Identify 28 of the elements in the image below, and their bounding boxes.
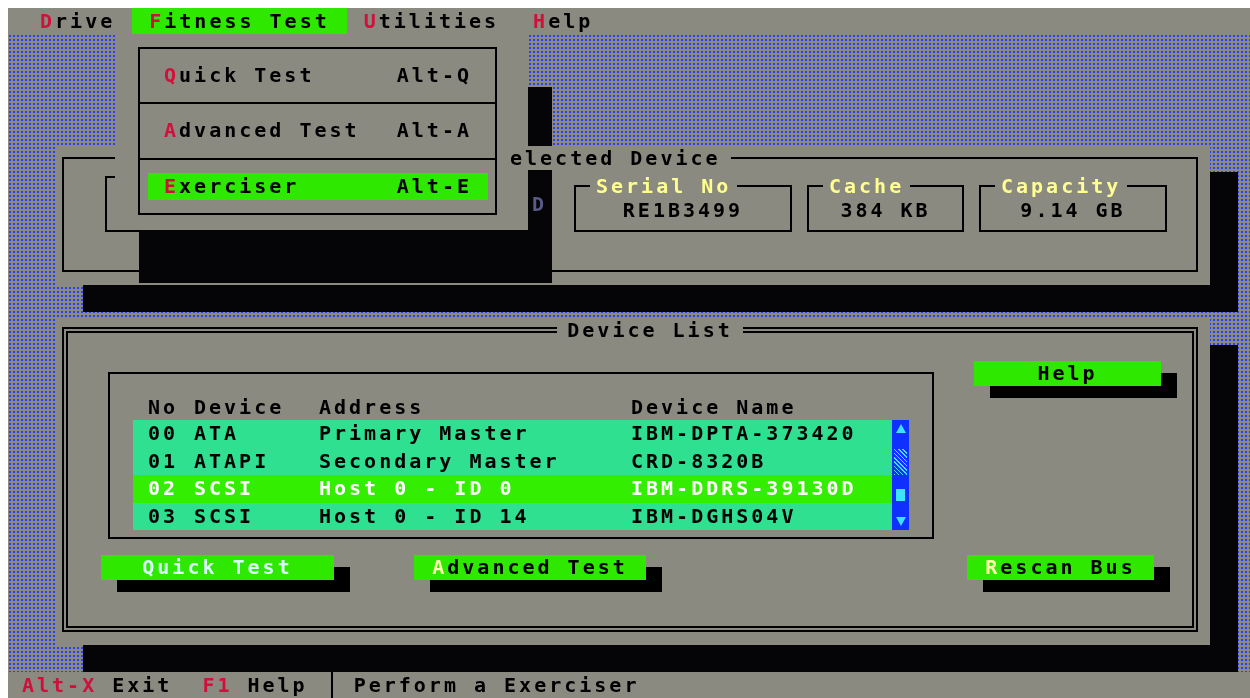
menu-item[interactable]: Help — [516, 8, 611, 34]
field-label: Capacity — [1000, 176, 1123, 196]
device-row[interactable]: 03 SCSI Host 0 - ID 14 IBM-DGHS04V — [133, 502, 893, 530]
up-arrow-icon[interactable] — [894, 422, 907, 436]
menu-item[interactable]: Fitness Test — [132, 8, 347, 34]
menu-item[interactable]: Quick Test Alt-Q — [148, 62, 488, 90]
column-header: No — [148, 394, 180, 420]
field-value: 384 KB — [840, 198, 931, 222]
device-row[interactable]: 01 ATAPI Secondary Master CRD-8320B — [133, 447, 893, 475]
menu-item[interactable]: Exerciser Alt-E — [148, 172, 488, 200]
device-row[interactable]: 00 ATA Primary Master IBM-DPTA-373420 — [133, 420, 893, 448]
status-message: Perform a Exerciser — [330, 672, 640, 698]
column-header: Device Name — [631, 394, 797, 420]
menu-item[interactable]: Advanced Test Alt-A — [148, 117, 488, 145]
field-value: 9.14 GB — [1020, 198, 1126, 222]
shortcut-label: Exit — [112, 672, 173, 698]
column-header: Device — [194, 394, 286, 420]
shortcut-label: Help — [247, 672, 308, 698]
field-label: Cache — [828, 176, 906, 196]
field-value: D — [531, 192, 547, 216]
down-arrow-icon[interactable] — [894, 514, 907, 528]
column-header: Address — [319, 394, 426, 420]
field-value: RE1B3499 — [622, 198, 744, 222]
window-title: Device List — [566, 318, 734, 342]
scrollbar[interactable] — [892, 420, 909, 530]
menu-item[interactable]: Utilities — [346, 8, 517, 34]
scroll-thumb[interactable] — [896, 488, 905, 501]
field-label: Serial No — [595, 176, 733, 196]
